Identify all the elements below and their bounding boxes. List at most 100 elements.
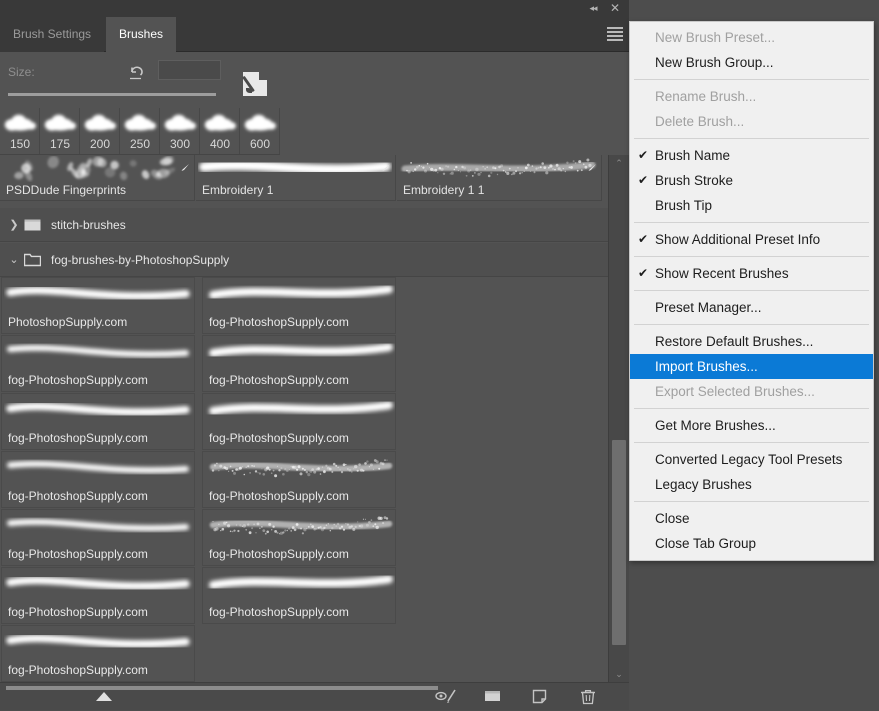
recent-brush-cell[interactable]: 300	[160, 108, 200, 154]
menu-separator	[634, 222, 869, 223]
close-icon[interactable]: ✕	[605, 0, 625, 17]
menu-item-label: Brush Tip	[655, 198, 712, 213]
folder-closed-icon	[24, 218, 41, 232]
collapse-panel-icon[interactable]: ◂◂	[583, 0, 603, 17]
menu-separator	[634, 442, 869, 443]
brush-grid: PhotoshopSupply.com fog-PhotoshopSupply.…	[0, 277, 608, 682]
horizontal-scrollbar[interactable]	[6, 686, 438, 690]
reset-arrow-icon[interactable]	[127, 63, 147, 83]
panel-tab-bar: Brush Settings Brushes	[0, 17, 629, 52]
brush-thumbnail	[0, 110, 40, 134]
brush-preset-cell[interactable]: fog-PhotoshopSupply.com	[202, 567, 396, 624]
brush-name-label: fog-PhotoshopSupply.com	[209, 547, 349, 561]
recent-brushes-strip: 150 175 200 250	[0, 108, 280, 155]
brush-preset-cell[interactable]: fog-PhotoshopSupply.com	[1, 335, 195, 392]
preset-name-label: Embroidery 1	[202, 183, 273, 197]
vertical-scrollbar-thumb[interactable]	[612, 440, 626, 645]
recent-brush-cell[interactable]: 400	[200, 108, 240, 154]
recent-brush-cell[interactable]: 600	[240, 108, 280, 154]
horizontal-scrollbar-thumb[interactable]	[96, 692, 112, 701]
recent-brush-size-label: 600	[240, 137, 280, 151]
menu-item-label: Close	[655, 511, 690, 526]
brush-preset-cell[interactable]: fog-PhotoshopSupply.com	[1, 451, 195, 508]
menu-item-import-brushes[interactable]: Import Brushes...	[630, 354, 873, 379]
brush-preset-cell[interactable]: fog-PhotoshopSupply.com	[202, 509, 396, 566]
brush-name-label: fog-PhotoshopSupply.com	[209, 315, 349, 329]
scroll-up-icon[interactable]: ⌃	[609, 155, 629, 171]
brush-stroke-thumbnail	[205, 453, 395, 485]
brush-preset-cell[interactable]: fog-PhotoshopSupply.com	[1, 509, 195, 566]
menu-item-show-additional-preset-info[interactable]: ✔Show Additional Preset Info	[630, 227, 873, 252]
new-preset-icon[interactable]	[531, 688, 551, 706]
tab-brush-settings[interactable]: Brush Settings	[0, 17, 104, 52]
brush-tip-toggle-icon[interactable]	[243, 72, 267, 96]
brush-name-label: fog-PhotoshopSupply.com	[8, 605, 148, 619]
hamburger-menu-icon[interactable]	[607, 27, 623, 41]
sidebar-item-fog-brushes[interactable]: ⌄ fog-brushes-by-PhotoshopSupply	[0, 243, 629, 277]
brush-name-label: fog-PhotoshopSupply.com	[209, 489, 349, 503]
menu-item-new-brush-preset: New Brush Preset...	[630, 25, 873, 50]
size-slider[interactable]	[8, 93, 216, 96]
menu-item-show-recent-brushes[interactable]: ✔Show Recent Brushes	[630, 261, 873, 286]
menu-item-restore-default-brushes[interactable]: Restore Default Brushes...	[630, 329, 873, 354]
recent-brush-size-label: 300	[160, 137, 200, 151]
brush-thumbnail	[240, 110, 280, 134]
brush-stroke-thumbnail	[205, 511, 395, 543]
menu-item-get-more-brushes[interactable]: Get More Brushes...	[630, 413, 873, 438]
brush-preset-cell[interactable]: fog-PhotoshopSupply.com	[202, 335, 396, 392]
menu-item-label: Rename Brush...	[655, 89, 756, 104]
menu-item-label: Export Selected Brushes...	[655, 384, 815, 399]
sidebar-item-stitch-brushes[interactable]: ❯ stitch-brushes	[0, 208, 629, 242]
brush-preset-cell[interactable]: fog-PhotoshopSupply.com	[1, 393, 195, 450]
new-group-folder-icon[interactable]	[483, 688, 503, 706]
brush-stroke-thumbnail	[4, 453, 194, 485]
brush-preset-cell[interactable]: fog-PhotoshopSupply.com	[1, 625, 195, 682]
menu-item-close[interactable]: Close	[630, 506, 873, 531]
menu-item-delete-brush: Delete Brush...	[630, 109, 873, 134]
brush-preset-cell[interactable]: fog-PhotoshopSupply.com	[1, 567, 195, 624]
brush-preset-cell[interactable]: fog-PhotoshopSupply.com	[202, 393, 396, 450]
menu-item-brush-name[interactable]: ✔Brush Name	[630, 143, 873, 168]
recent-preset-row[interactable]: PSDDude Fingerprints	[0, 155, 195, 201]
menu-item-new-brush-group[interactable]: New Brush Group...	[630, 50, 873, 75]
brush-preset-cell[interactable]: PhotoshopSupply.com	[1, 277, 195, 334]
recent-brush-cell[interactable]: 250	[120, 108, 160, 154]
recent-brush-cell[interactable]: 150	[0, 108, 40, 154]
brush-preset-cell[interactable]: fog-PhotoshopSupply.com	[202, 451, 396, 508]
recent-preset-row[interactable]: Embroidery 1 1	[397, 155, 602, 201]
size-input[interactable]	[158, 60, 221, 80]
brush-name-label: fog-PhotoshopSupply.com	[209, 431, 349, 445]
menu-item-close-tab-group[interactable]: Close Tab Group	[630, 531, 873, 556]
brush-preset-cell[interactable]: fog-PhotoshopSupply.com	[202, 277, 396, 334]
brush-stroke-thumbnail	[2, 156, 191, 182]
recent-brush-size-label: 175	[40, 137, 80, 151]
toggle-brush-preview-icon[interactable]	[435, 688, 455, 706]
brush-thumbnail	[80, 110, 120, 134]
menu-separator	[634, 290, 869, 291]
menu-item-preset-manager[interactable]: Preset Manager...	[630, 295, 873, 320]
menu-item-converted-legacy-tool-presets[interactable]: Converted Legacy Tool Presets	[630, 447, 873, 472]
menu-separator	[634, 256, 869, 257]
delete-brush-trash-icon[interactable]	[579, 688, 599, 706]
chevron-right-icon[interactable]: ❯	[6, 208, 22, 242]
menu-item-brush-stroke[interactable]: ✔Brush Stroke	[630, 168, 873, 193]
menu-item-label: Import Brushes...	[655, 359, 758, 374]
brush-name-label: fog-PhotoshopSupply.com	[8, 489, 148, 503]
brush-thumbnail	[40, 110, 80, 134]
recent-brush-cell[interactable]: 200	[80, 108, 120, 154]
menu-separator	[634, 408, 869, 409]
folder-open-icon	[24, 253, 41, 267]
menu-separator	[634, 501, 869, 502]
brush-tip-corner-icon	[588, 158, 597, 165]
brush-name-label: fog-PhotoshopSupply.com	[8, 431, 148, 445]
scroll-down-icon[interactable]: ⌄	[609, 666, 629, 682]
chevron-down-icon[interactable]: ⌄	[6, 243, 22, 277]
recent-preset-row[interactable]: Embroidery 1	[196, 155, 396, 201]
menu-item-legacy-brushes[interactable]: Legacy Brushes	[630, 472, 873, 497]
recent-brush-cell[interactable]: 175	[40, 108, 80, 154]
tab-brushes[interactable]: Brushes	[106, 17, 176, 52]
vertical-scrollbar[interactable]: ⌃ ⌄	[608, 155, 629, 682]
brush-thumbnail	[200, 110, 240, 134]
check-icon: ✔	[638, 143, 650, 168]
menu-item-brush-tip[interactable]: Brush Tip	[630, 193, 873, 218]
